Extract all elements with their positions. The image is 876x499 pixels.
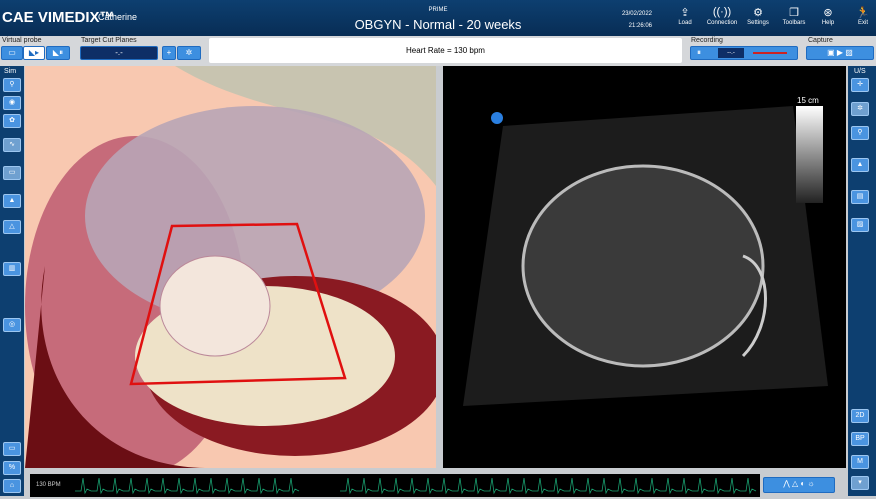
us-tool-button[interactable]: ✛ [851, 78, 869, 92]
ultrasound-view[interactable]: 15 cm [443, 66, 846, 468]
capture-label: Capture [808, 37, 833, 44]
mode-2d-button[interactable]: 2D [851, 409, 869, 423]
time: 21:26:06 [628, 23, 652, 29]
tool-button[interactable]: ▭ [3, 166, 21, 180]
tool-button[interactable]: ∿ [3, 138, 21, 152]
help-button[interactable]: ⊛ Help [808, 6, 848, 26]
connection-label: Connection [706, 20, 738, 26]
grayscale-bar [796, 106, 823, 203]
tool-button[interactable]: ▥ [3, 262, 21, 276]
settings-button[interactable]: ⚙ Settings [738, 6, 778, 26]
pause-icon: ⏸ [697, 48, 701, 57]
us-label: U/S [854, 68, 866, 75]
anatomy-3d-view[interactable] [25, 66, 436, 468]
load-label: Load [678, 20, 692, 26]
ecg-controls[interactable]: ⋀ △ ◐ ☼ [763, 477, 835, 493]
us-tool-button[interactable]: ▨ [851, 218, 869, 232]
us-tool-button[interactable]: ▤ [851, 190, 869, 204]
plane-tool-button[interactable]: ✲ [177, 46, 201, 60]
settings-label: Settings [747, 20, 769, 26]
mode-m-button[interactable]: M [851, 455, 869, 469]
tool-button[interactable]: ▲ [3, 194, 21, 208]
us-tool-button[interactable]: ✲ [851, 102, 869, 116]
gear-icon: ⚙ [753, 7, 763, 19]
load-button[interactable]: ⇪ Load [665, 6, 705, 26]
sim-tool-button[interactable]: ⚲ [3, 78, 21, 92]
sim-label: Sim [4, 68, 17, 75]
cut-plane-selector[interactable]: -.- [80, 46, 158, 60]
datetime: 23/02/2022 21:26:06 [600, 8, 652, 32]
connection-button[interactable]: ((·)) Connection [702, 6, 742, 26]
ecg-trace [75, 477, 757, 495]
us-tool-button[interactable]: ▲ [851, 158, 869, 172]
probe-mode-1-button[interactable]: ▭ [1, 46, 23, 60]
anatomy-button[interactable]: ✿ [3, 114, 21, 128]
virtual-probe-label: Virtual probe [2, 37, 42, 44]
capture-buttons[interactable]: ▣ ▶ ▨ [806, 46, 874, 60]
recording-time: --.- [718, 48, 744, 58]
exit-label: Exit [857, 20, 868, 26]
tool-button[interactable]: ◎ [3, 318, 21, 332]
comment-button[interactable]: ▭ [3, 442, 21, 456]
anatomy-illustration [25, 66, 436, 468]
add-plane-button[interactable]: + [162, 46, 176, 60]
probe-mode-2-button[interactable]: ◣▸ [23, 46, 45, 60]
probe-orientation-marker [491, 112, 503, 124]
home-button[interactable]: ⌂ [3, 479, 21, 493]
zoom-button[interactable]: % [3, 461, 21, 475]
header-bar: CAE VIMEDIX™ Catherine PRIME OBGYN - Nor… [0, 0, 876, 36]
date: 23/02/2022 [621, 11, 652, 17]
right-sidebar: U/S ✛ ✲ ⚲ ▲ ▤ ▨ 2D BP M ▾ [848, 66, 876, 496]
ecg-strip: 130 BPM [30, 474, 760, 497]
connection-icon: ((·)) [712, 6, 732, 18]
probe-mode-3-button[interactable]: ◣⏸ [46, 46, 70, 60]
heart-rate-display: Heart Rate = 130 bpm [209, 38, 682, 63]
depth-label: 15 cm [797, 96, 819, 105]
mode-extra-button[interactable]: ▾ [851, 476, 869, 490]
recording-control[interactable]: ⏸ --.- [690, 46, 798, 60]
mode-bp-button[interactable]: BP [851, 432, 869, 446]
left-sidebar: Sim ⚲ ◉ ✿ ∿ ▭ ▲ △ ▥ ◎ ▭ % ⌂ [0, 66, 24, 496]
help-label: Help [821, 20, 835, 26]
exit-icon: 🏃 [856, 7, 870, 19]
ultrasound-image [463, 106, 828, 406]
load-icon: ⇪ [680, 7, 690, 19]
tool-button[interactable]: △ [3, 220, 21, 234]
recording-label: Recording [691, 37, 723, 44]
ecg-waveform [75, 477, 757, 495]
magnify-button[interactable]: ⚲ [851, 126, 869, 140]
exit-button[interactable]: 🏃 Exit [843, 6, 876, 26]
help-icon: ⊛ [823, 7, 833, 19]
recording-slider[interactable] [753, 52, 787, 54]
toolbars-label: Toolbars [782, 20, 806, 26]
target-cut-planes-label: Target Cut Planes [81, 37, 137, 44]
view-button[interactable]: ◉ [3, 96, 21, 110]
